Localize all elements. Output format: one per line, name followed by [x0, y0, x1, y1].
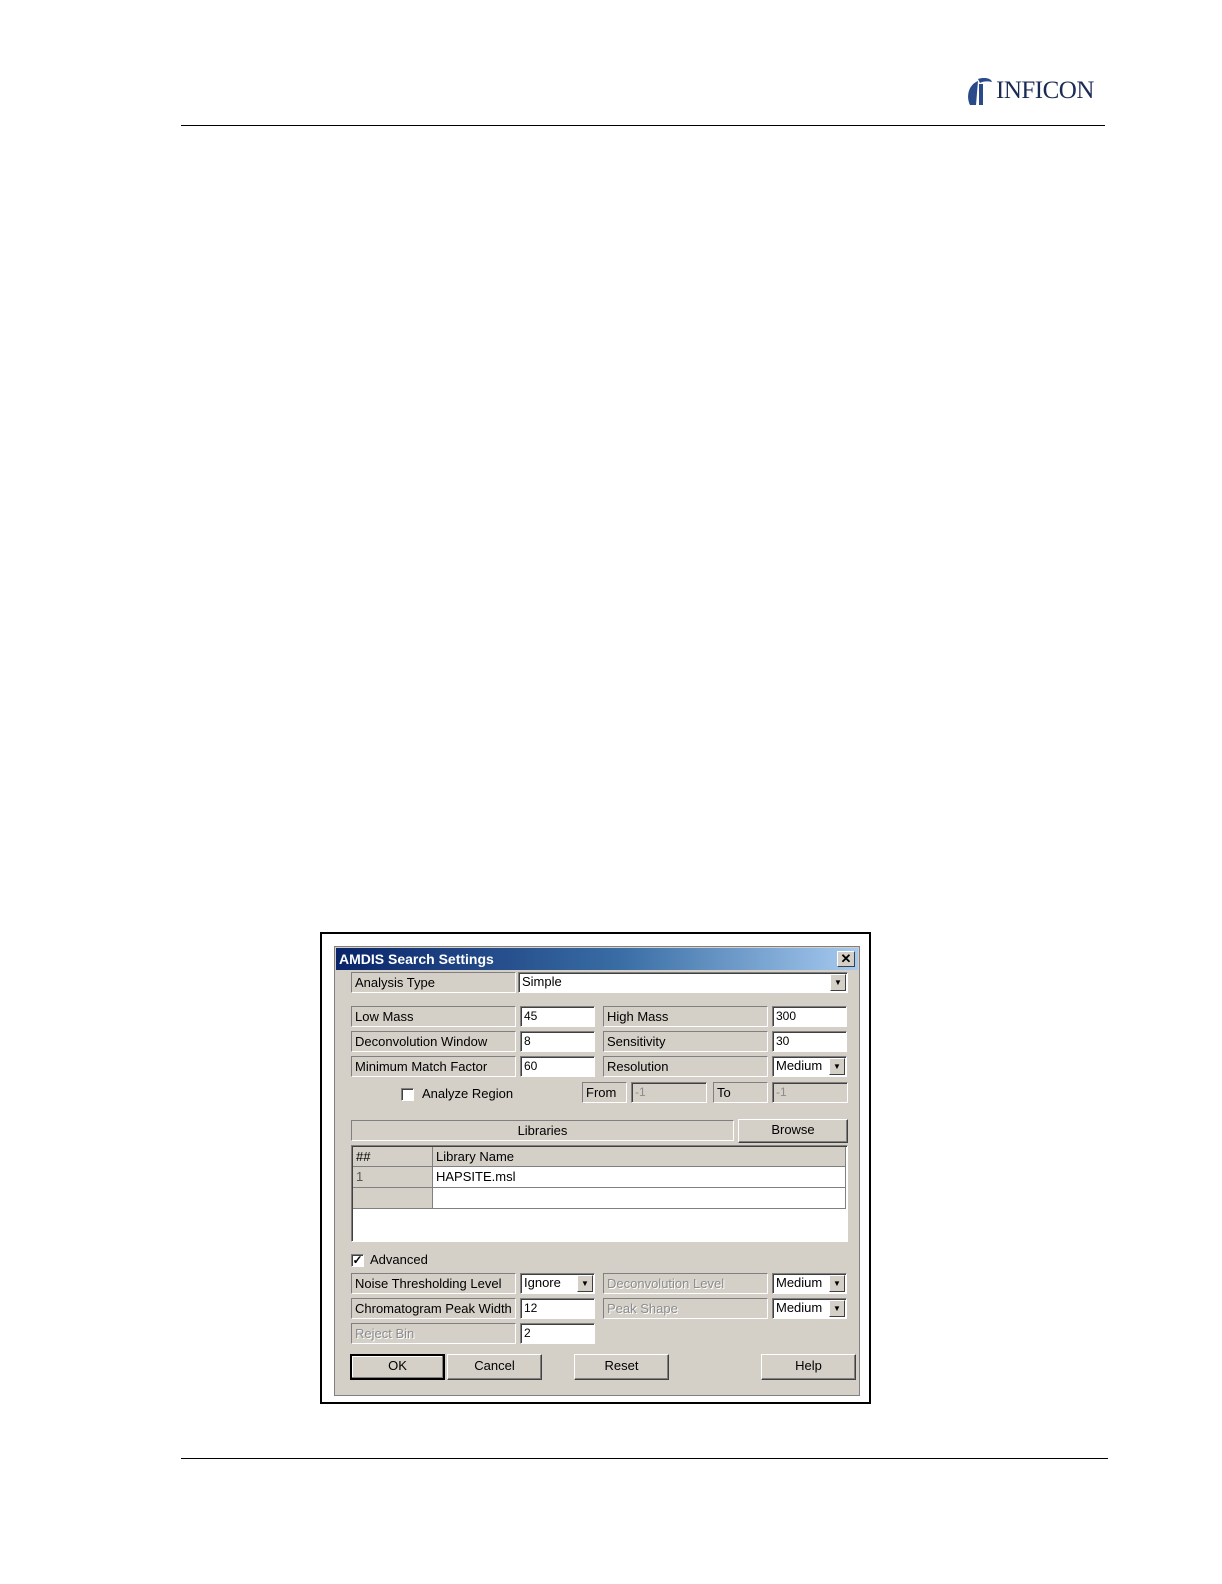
analyze-region-checkbox[interactable]	[401, 1088, 414, 1101]
noise-thresholding-level-value: Ignore	[524, 1275, 561, 1290]
sensitivity-label: Sensitivity	[603, 1031, 768, 1052]
table-header-library-name[interactable]: Library Name	[433, 1147, 846, 1167]
browse-button[interactable]: Browse	[738, 1119, 848, 1143]
libraries-table: ## Library Name 1 HAPSITE.msl	[351, 1145, 848, 1242]
deconvolution-level-label: Deconvolution Level	[603, 1273, 768, 1294]
help-button[interactable]: Help	[761, 1354, 856, 1380]
libraries-header: Libraries	[351, 1120, 734, 1141]
cancel-button[interactable]: Cancel	[447, 1354, 542, 1380]
chromatogram-peak-width-input[interactable]: 12	[520, 1298, 595, 1319]
inficon-logo: INFICON	[964, 74, 1094, 108]
chromatogram-peak-width-label: Chromatogram Peak Width	[351, 1298, 516, 1319]
close-icon: ✕	[840, 951, 852, 966]
minimum-match-factor-label: Minimum Match Factor	[351, 1056, 516, 1077]
deconvolution-window-label: Deconvolution Window	[351, 1031, 516, 1052]
resolution-value: Medium	[776, 1058, 823, 1073]
table-row-2-name[interactable]	[433, 1188, 846, 1209]
table-row-2-number[interactable]	[353, 1188, 433, 1209]
from-label: From	[582, 1082, 627, 1103]
analysis-type-select[interactable]: Simple ▼	[518, 972, 848, 993]
inficon-logo-icon	[968, 78, 992, 105]
high-mass-input[interactable]: 300	[772, 1006, 847, 1027]
amdis-search-settings-dialog: AMDIS Search Settings ✕ Analysis Type Si…	[334, 946, 860, 1396]
brand-name: INFICON	[996, 77, 1094, 104]
to-label: To	[713, 1082, 768, 1103]
peak-shape-label: Peak Shape	[603, 1298, 768, 1319]
sensitivity-input[interactable]: 30	[772, 1031, 847, 1052]
checkmark-icon: ✓	[352, 1253, 363, 1267]
advanced-label: Advanced	[370, 1252, 428, 1267]
analyze-region-label: Analyze Region	[422, 1086, 514, 1101]
header-rule	[181, 125, 1105, 126]
high-mass-label: High Mass	[603, 1006, 768, 1027]
chevron-down-icon[interactable]: ▼	[829, 1275, 845, 1292]
minimum-match-factor-input[interactable]: 60	[520, 1056, 595, 1077]
dialog-titlebar[interactable]: AMDIS Search Settings ✕	[336, 948, 858, 970]
analysis-type-value: Simple	[522, 974, 562, 989]
table-row-1-number[interactable]: 1	[353, 1167, 433, 1188]
low-mass-input[interactable]: 45	[520, 1006, 595, 1027]
reset-button[interactable]: Reset	[574, 1354, 669, 1380]
reject-bin-input[interactable]: 2	[520, 1323, 595, 1344]
peak-shape-value: Medium	[776, 1300, 823, 1315]
resolution-select[interactable]: Medium ▼	[772, 1056, 847, 1077]
from-input[interactable]: -1	[631, 1082, 707, 1103]
table-header-number[interactable]: ##	[353, 1147, 433, 1167]
deconvolution-level-select[interactable]: Medium ▼	[772, 1273, 847, 1294]
table-row-1-name[interactable]: HAPSITE.msl	[433, 1167, 846, 1188]
close-button[interactable]: ✕	[837, 951, 855, 967]
reject-bin-label: Reject Bin	[351, 1323, 516, 1344]
chevron-down-icon[interactable]: ▼	[830, 974, 846, 991]
deconvolution-window-input[interactable]: 8	[520, 1031, 595, 1052]
low-mass-label: Low Mass	[351, 1006, 516, 1027]
chevron-down-icon[interactable]: ▼	[829, 1058, 845, 1075]
chevron-down-icon[interactable]: ▼	[577, 1275, 593, 1292]
deconvolution-level-value: Medium	[776, 1275, 823, 1290]
chevron-down-icon[interactable]: ▼	[829, 1300, 845, 1317]
peak-shape-select[interactable]: Medium ▼	[772, 1298, 847, 1319]
advanced-checkbox[interactable]: ✓	[351, 1254, 364, 1267]
analysis-type-label: Analysis Type	[351, 972, 516, 993]
ok-button[interactable]: OK	[350, 1354, 445, 1380]
dialog-title: AMDIS Search Settings	[339, 951, 494, 967]
footer-rule	[181, 1458, 1108, 1459]
to-input[interactable]: -1	[772, 1082, 848, 1103]
noise-thresholding-level-select[interactable]: Ignore ▼	[520, 1273, 595, 1294]
noise-thresholding-level-label: Noise Thresholding Level	[351, 1273, 516, 1294]
resolution-label: Resolution	[603, 1056, 768, 1077]
